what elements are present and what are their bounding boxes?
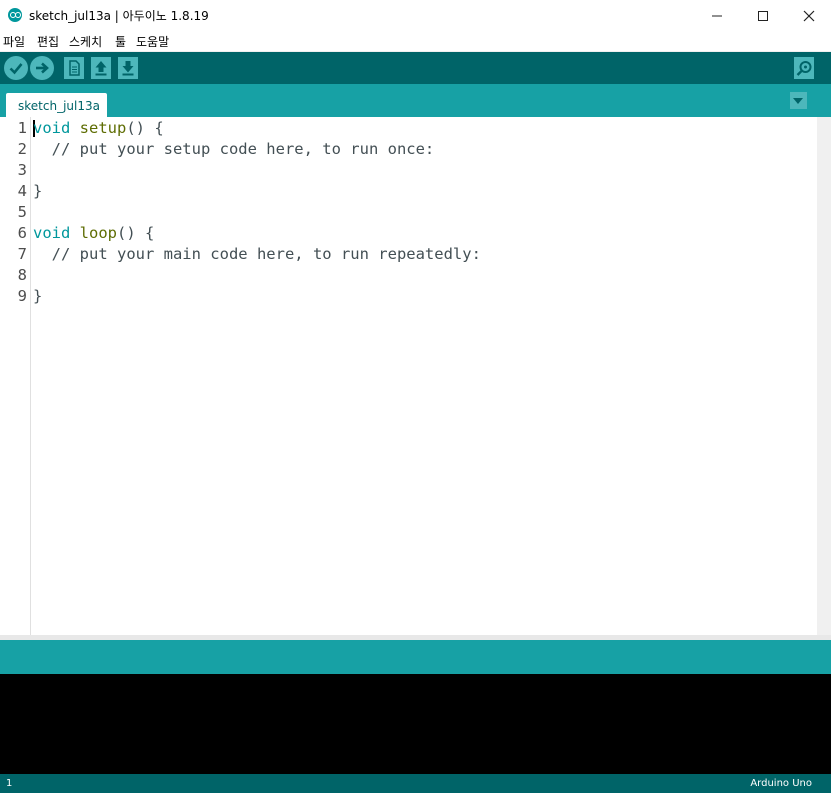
code-token: } [33, 182, 43, 200]
code-token: () { [117, 224, 155, 242]
current-line-number: 1 [6, 778, 13, 789]
code-text: } [33, 286, 42, 307]
line-number: 7 [17, 245, 27, 263]
arrow-up-icon [95, 61, 107, 76]
board-name: Arduino Uno [750, 778, 812, 789]
minimize-icon [712, 15, 722, 16]
code-text: void loop() { [33, 223, 154, 244]
line-number: 2 [17, 140, 27, 158]
toolbar [0, 52, 831, 84]
code-line[interactable]: 2 // put your setup code here, to run on… [0, 139, 817, 160]
tab-label: sketch_jul13a [18, 99, 100, 113]
menu-help[interactable]: 도움말 [136, 33, 169, 50]
code-line[interactable]: 8 [0, 265, 817, 286]
menu-bar: 파일 편집 스케치 툴 도움말 [0, 31, 831, 51]
line-number: 6 [17, 224, 27, 242]
line-number: 4 [17, 182, 27, 200]
tab-sketch[interactable]: sketch_jul13a [6, 93, 107, 117]
code-token: () { [126, 119, 164, 137]
arduino-logo-icon [8, 8, 22, 22]
code-line[interactable]: 4} [0, 181, 817, 202]
code-line[interactable]: 6 void loop() { [0, 223, 817, 244]
keyword-token: void [33, 119, 71, 137]
save-button[interactable] [118, 57, 138, 79]
code-editor[interactable]: 1 void setup() {2 // put your setup code … [0, 117, 817, 635]
footer-bar: 1 Arduino Uno [0, 774, 831, 793]
verify-button[interactable] [4, 56, 28, 80]
open-button[interactable] [91, 57, 111, 79]
console-output [0, 674, 831, 774]
line-number: 8 [17, 266, 27, 284]
title-bar: sketch_jul13a | 아두이노 1.8.19 [0, 0, 831, 31]
code-token: } [33, 287, 43, 305]
arrow-right-icon [36, 62, 49, 74]
tab-menu-button[interactable] [790, 92, 807, 109]
magnifier-icon [796, 61, 812, 76]
menu-tools[interactable]: 툴 [115, 33, 126, 50]
code-line[interactable]: 3 [0, 160, 817, 181]
code-text: // put your main code here, to run repea… [33, 244, 481, 265]
maximize-icon [758, 10, 768, 21]
line-number: 9 [17, 287, 27, 305]
keyword-token: void [33, 224, 71, 242]
new-file-icon [69, 60, 80, 76]
window-title: sketch_jul13a | 아두이노 1.8.19 [29, 9, 209, 23]
line-number: 5 [17, 203, 27, 221]
code-token: // put your setup code here, to run once… [33, 140, 435, 158]
menu-sketch[interactable]: 스케치 [69, 33, 102, 50]
status-bar [0, 640, 831, 674]
close-icon [803, 10, 815, 21]
function-token: loop [79, 224, 117, 242]
close-button[interactable] [786, 0, 831, 31]
line-number: 1 [17, 119, 27, 137]
function-token: setup [79, 119, 127, 137]
arrow-down-icon [122, 61, 134, 76]
minimize-button[interactable] [694, 0, 740, 31]
line-number: 3 [17, 161, 27, 179]
menu-edit[interactable]: 편집 [37, 33, 59, 50]
upload-button[interactable] [30, 56, 54, 80]
code-text: } [33, 181, 42, 202]
code-token: // put your main code here, to run repea… [33, 245, 481, 263]
tab-bar: sketch_jul13a [0, 84, 831, 117]
checkmark-icon [9, 63, 23, 75]
code-line[interactable]: 7 // put your main code here, to run rep… [0, 244, 817, 265]
code-line[interactable]: 5 [0, 202, 817, 223]
code-line[interactable]: 9} [0, 286, 817, 307]
new-sketch-button[interactable] [64, 57, 84, 79]
serial-monitor-button[interactable] [794, 57, 814, 79]
maximize-button[interactable] [740, 0, 786, 31]
code-text: // put your setup code here, to run once… [33, 139, 435, 160]
editor-scrollbar[interactable] [817, 117, 831, 635]
menu-file[interactable]: 파일 [3, 33, 25, 50]
code-text: void setup() { [33, 118, 164, 139]
code-line[interactable]: 1 void setup() { [0, 118, 817, 139]
